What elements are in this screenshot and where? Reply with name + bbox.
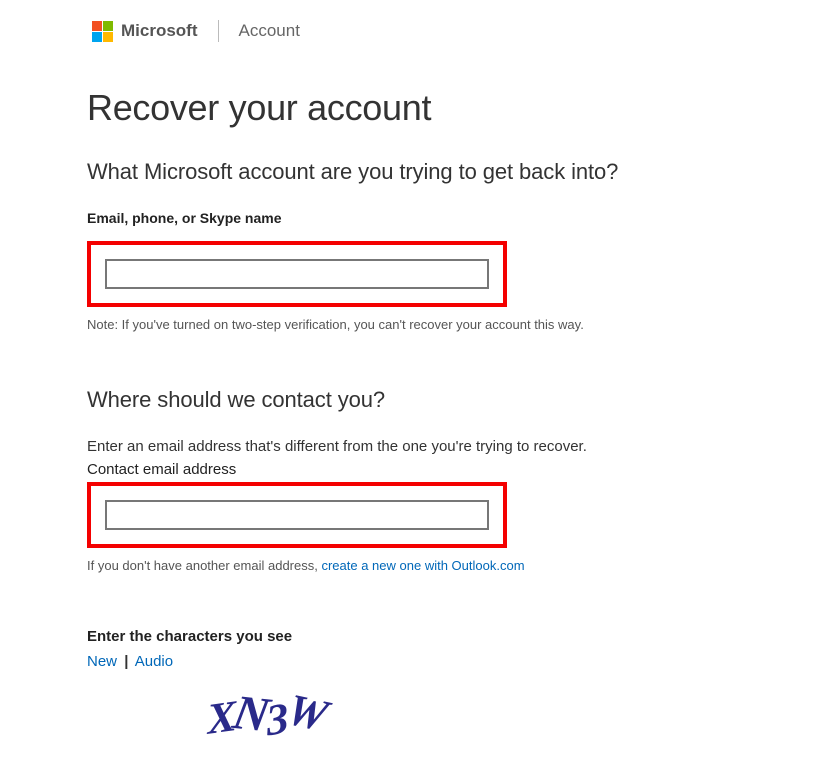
captcha-audio-link[interactable]: Audio	[135, 653, 173, 670]
contact-instruction: Enter an email address that's different …	[87, 438, 747, 455]
account-input-highlight	[87, 241, 507, 307]
help-prefix-text: If you don't have another email address,	[87, 558, 321, 573]
page-header: Microsoft Account	[87, 20, 747, 42]
captcha-separator: |	[124, 653, 128, 670]
captcha-image: XN3W	[205, 690, 328, 741]
subbrand-name: Account	[239, 21, 300, 41]
create-outlook-link[interactable]: create a new one with Outlook.com	[321, 558, 524, 573]
brand-name: Microsoft	[121, 21, 198, 41]
captcha-label: Enter the characters you see	[87, 628, 747, 645]
no-email-help: If you don't have another email address,…	[87, 558, 747, 573]
captcha-new-link[interactable]: New	[87, 653, 117, 670]
page-title: Recover your account	[87, 87, 747, 129]
account-question-heading: What Microsoft account are you trying to…	[87, 159, 747, 185]
contact-input-label: Contact email address	[87, 461, 747, 478]
captcha-controls: New | Audio	[87, 653, 747, 670]
header-divider	[218, 20, 219, 42]
microsoft-logo-icon	[92, 21, 113, 42]
contact-email-input[interactable]	[105, 500, 489, 530]
two-step-note: Note: If you've turned on two-step verif…	[87, 317, 747, 332]
contact-question-heading: Where should we contact you?	[87, 387, 747, 413]
contact-input-highlight	[87, 482, 507, 548]
account-input[interactable]	[105, 259, 489, 289]
account-input-label: Email, phone, or Skype name	[87, 210, 747, 226]
